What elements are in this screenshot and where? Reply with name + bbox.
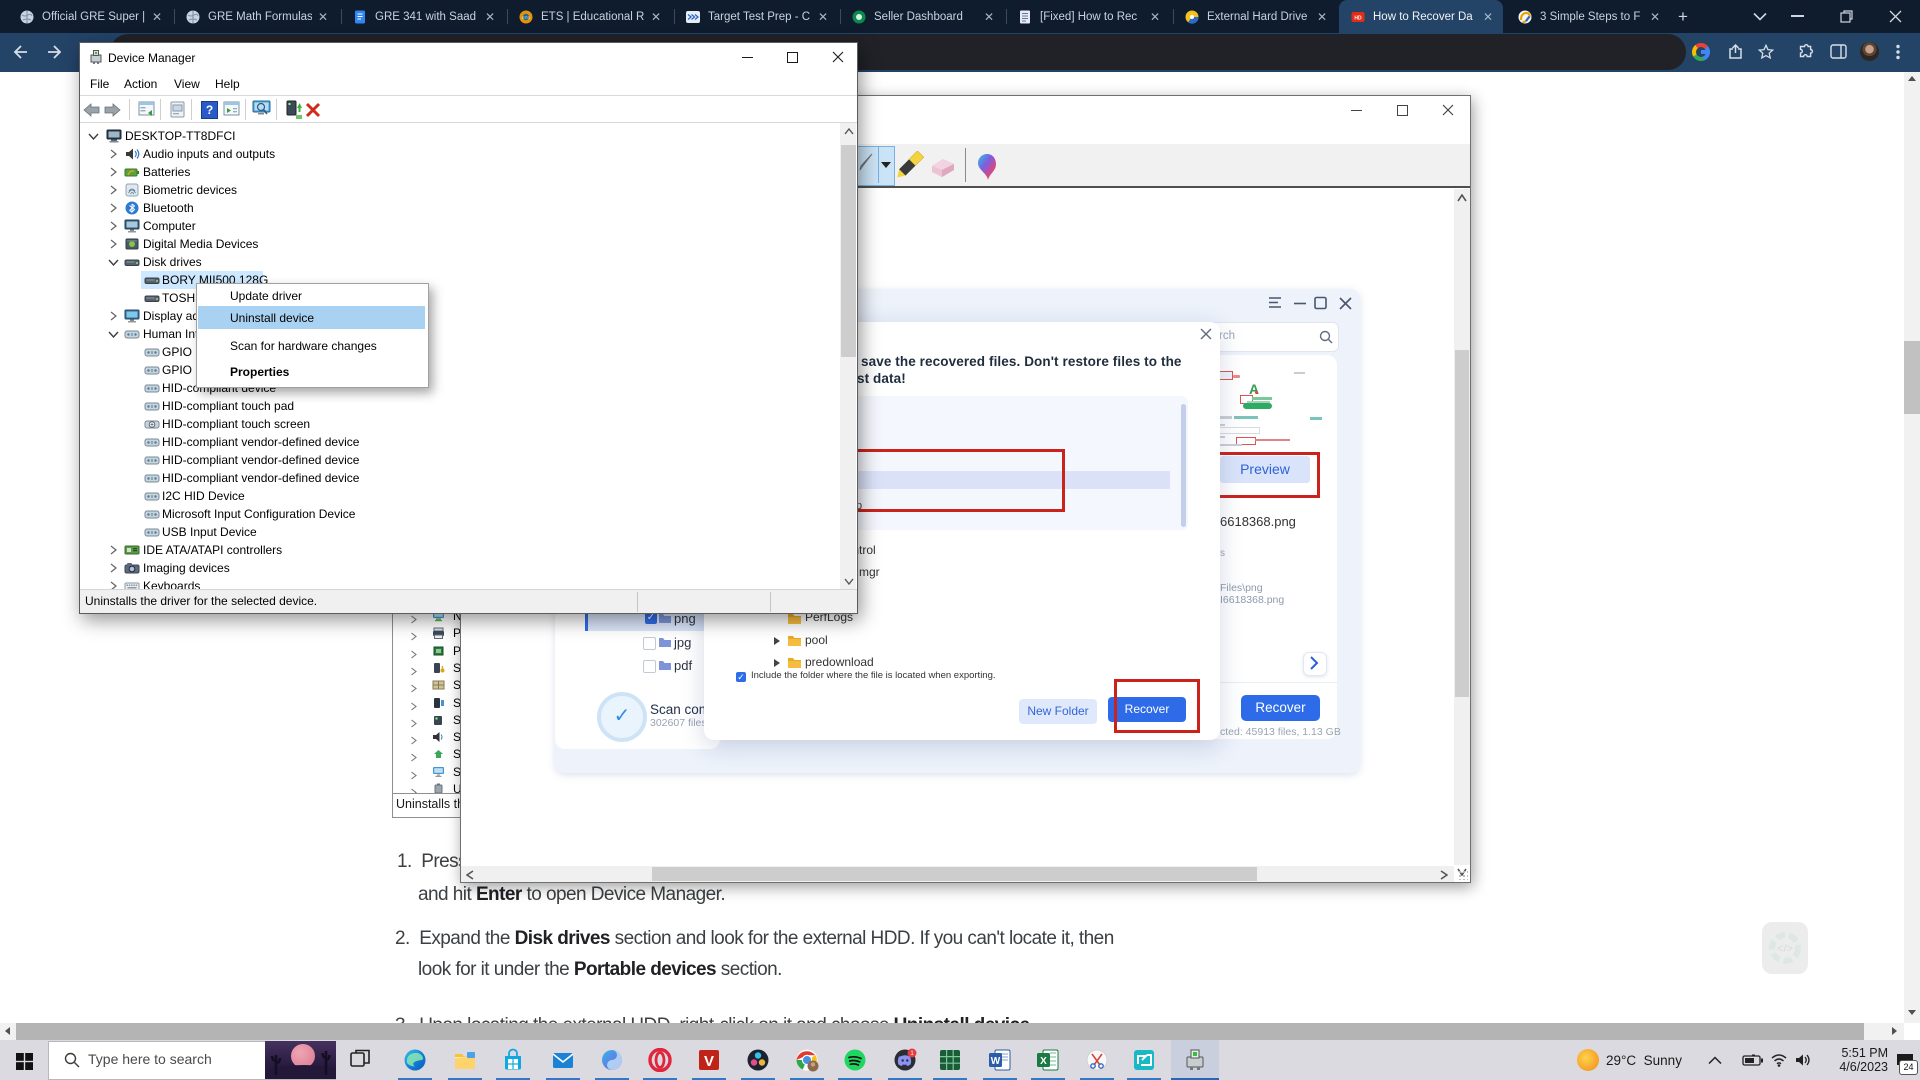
svg-text:ETS: ETS: [522, 15, 530, 20]
svg-text:W: W: [991, 1056, 1001, 1067]
svg-text:X: X: [1040, 1056, 1047, 1067]
svg-text:V: V: [704, 1053, 714, 1070]
svg-text:</>: </>: [1777, 943, 1793, 955]
svg-text:HD: HD: [1354, 15, 1362, 21]
